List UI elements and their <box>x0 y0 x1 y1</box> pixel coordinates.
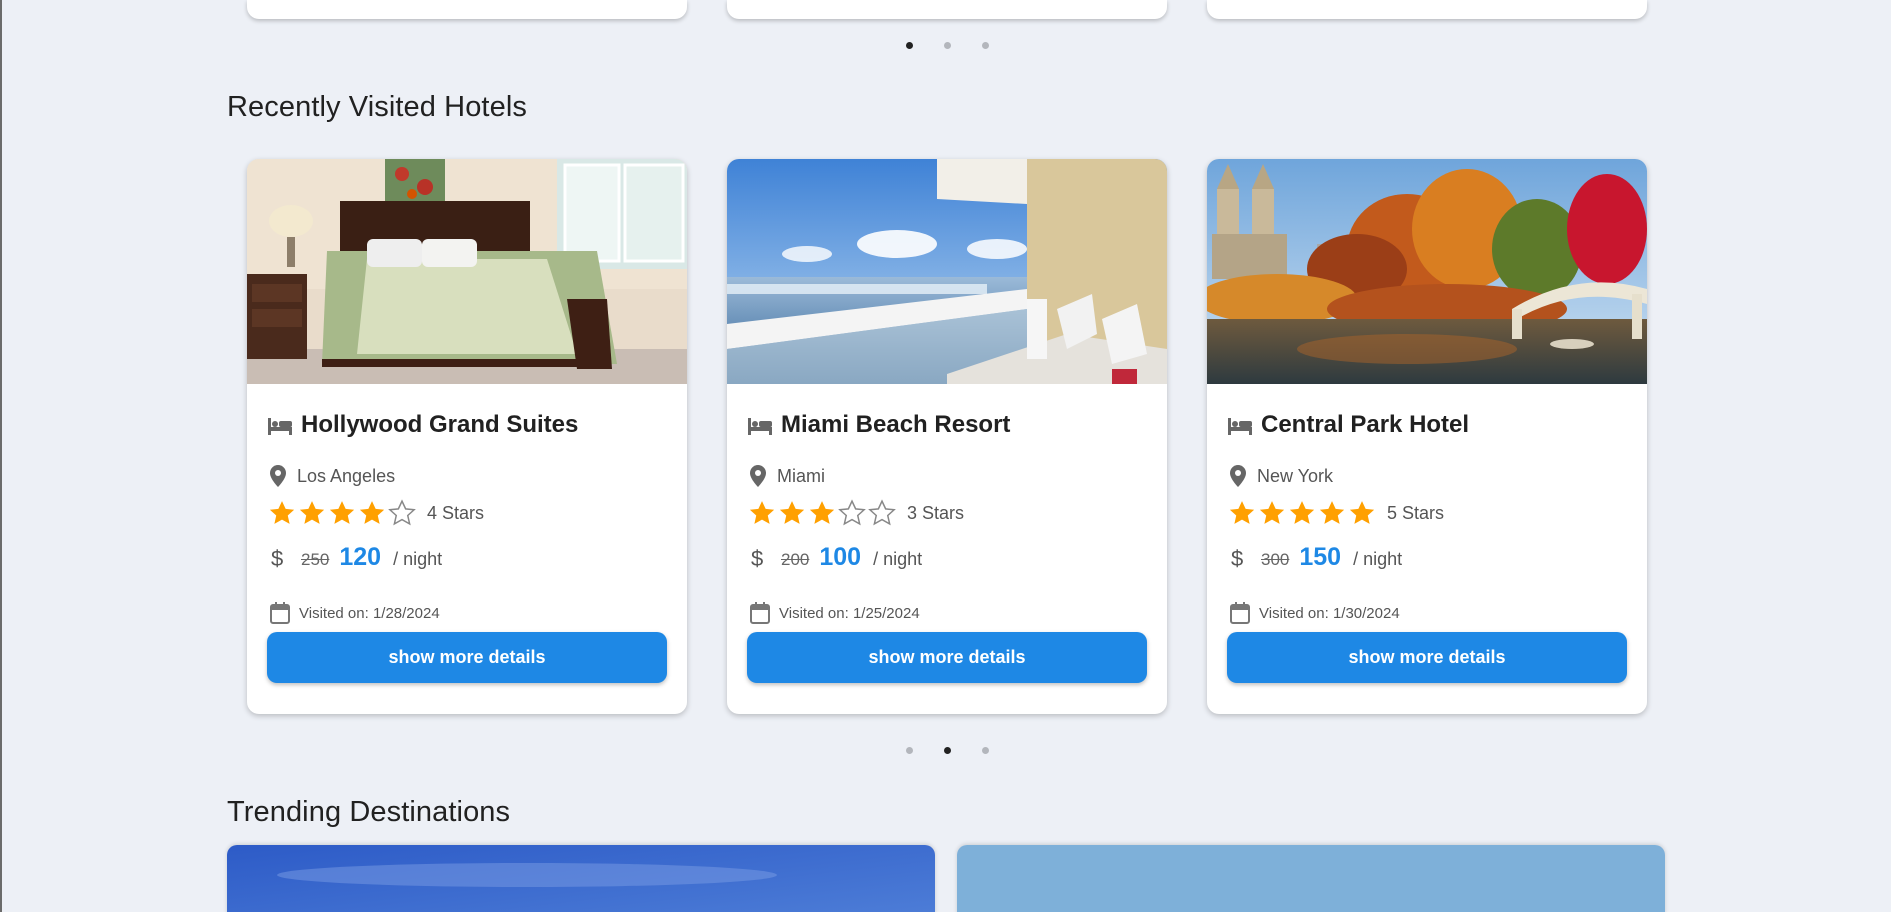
previous-carousel-card-3[interactable] <box>1207 0 1647 19</box>
star-filled-icon <box>809 501 835 524</box>
central-park-photo <box>1207 159 1647 384</box>
destination-card[interactable] <box>227 845 935 912</box>
svg-text:$: $ <box>751 546 763 570</box>
previous-carousel-card-1[interactable] <box>247 0 687 19</box>
per-night-label: / night <box>873 549 923 569</box>
bed-icon <box>748 418 772 435</box>
carousel-dot[interactable] <box>944 747 951 754</box>
stars-label: 5 Stars <box>1387 502 1445 523</box>
previous-carousel-card-2[interactable] <box>727 0 1167 19</box>
visited-date: Visited on: 1/30/2024 <box>1259 604 1400 622</box>
star-filled-icon <box>269 501 295 524</box>
svg-text:$: $ <box>271 546 283 570</box>
star-empty-icon <box>388 499 416 526</box>
location-pin-icon <box>270 465 286 487</box>
hotel-location: Los Angeles <box>297 465 396 486</box>
star-filled-icon <box>1229 501 1255 524</box>
carousel-dot[interactable] <box>906 42 913 49</box>
destination-card[interactable] <box>957 845 1665 912</box>
balcony-ocean-photo <box>727 159 1167 384</box>
show-more-details-button[interactable]: show more details <box>747 632 1147 683</box>
carousel-dot[interactable] <box>944 42 951 49</box>
new-price: 120 <box>339 543 382 571</box>
star-empty-icon <box>838 499 866 526</box>
new-price: 150 <box>1299 543 1342 571</box>
calendar-icon <box>750 602 770 624</box>
window-edge <box>0 0 2 912</box>
star-filled-icon <box>1289 501 1315 524</box>
star-filled-icon <box>1259 501 1285 524</box>
star-filled-icon <box>1349 501 1375 524</box>
star-filled-icon <box>299 501 325 524</box>
calendar-icon <box>1230 602 1250 624</box>
star-filled-icon <box>749 501 775 524</box>
star-filled-icon <box>359 501 385 524</box>
old-price: 300 <box>1261 550 1290 569</box>
star-rating: 4 Stars <box>267 498 484 528</box>
top-carousel-dots <box>906 42 989 49</box>
stars-label: 4 Stars <box>427 502 485 523</box>
location-pin-icon <box>750 465 766 487</box>
show-more-details-button[interactable]: show more details <box>1227 632 1627 683</box>
star-empty-icon <box>868 499 896 526</box>
visited-date: Visited on: 1/25/2024 <box>779 604 920 622</box>
svg-text:$: $ <box>1231 546 1243 570</box>
hotel-location: Miami <box>777 465 825 486</box>
star-rating: 3 Stars <box>747 498 964 528</box>
star-filled-icon <box>329 501 355 524</box>
calendar-icon <box>270 602 290 624</box>
old-price: 200 <box>781 550 810 569</box>
hotel-card: Central Park Hotel New York 5 Stars $ 30… <box>1207 159 1647 714</box>
hotel-name: Central Park Hotel <box>1261 411 1470 438</box>
dollar-icon: $ <box>271 546 283 570</box>
bed-icon <box>1228 418 1252 435</box>
hotels-carousel-dots <box>906 747 989 754</box>
bed-icon <box>268 418 292 435</box>
recently-visited-title: Recently Visited Hotels <box>227 91 527 123</box>
carousel-dot[interactable] <box>906 747 913 754</box>
per-night-label: / night <box>1353 549 1403 569</box>
hotel-location: New York <box>1257 465 1334 486</box>
show-more-details-button[interactable]: show more details <box>267 632 667 683</box>
bedroom-photo <box>247 159 687 384</box>
trending-destinations-title: Trending Destinations <box>227 796 511 828</box>
carousel-dot[interactable] <box>982 42 989 49</box>
dollar-icon: $ <box>1231 546 1243 570</box>
page: Recently Visited Hotels Hollywood Grand … <box>0 0 1891 912</box>
location-pin-icon <box>1230 465 1246 487</box>
carousel-dot[interactable] <box>982 747 989 754</box>
hotel-card: Miami Beach Resort Miami 3 Stars $ 200 1… <box>727 159 1167 714</box>
hotel-name: Miami Beach Resort <box>781 411 1011 438</box>
old-price: 250 <box>301 550 330 569</box>
star-filled-icon <box>1319 501 1345 524</box>
hotel-name: Hollywood Grand Suites <box>301 411 579 438</box>
per-night-label: / night <box>393 549 443 569</box>
stars-label: 3 Stars <box>907 502 965 523</box>
star-filled-icon <box>779 501 805 524</box>
dollar-icon: $ <box>751 546 763 570</box>
new-price: 100 <box>819 543 862 571</box>
hotel-card: Hollywood Grand Suites Los Angeles 4 Sta… <box>247 159 687 714</box>
star-rating: 5 Stars <box>1227 498 1444 528</box>
visited-date: Visited on: 1/28/2024 <box>299 604 440 622</box>
